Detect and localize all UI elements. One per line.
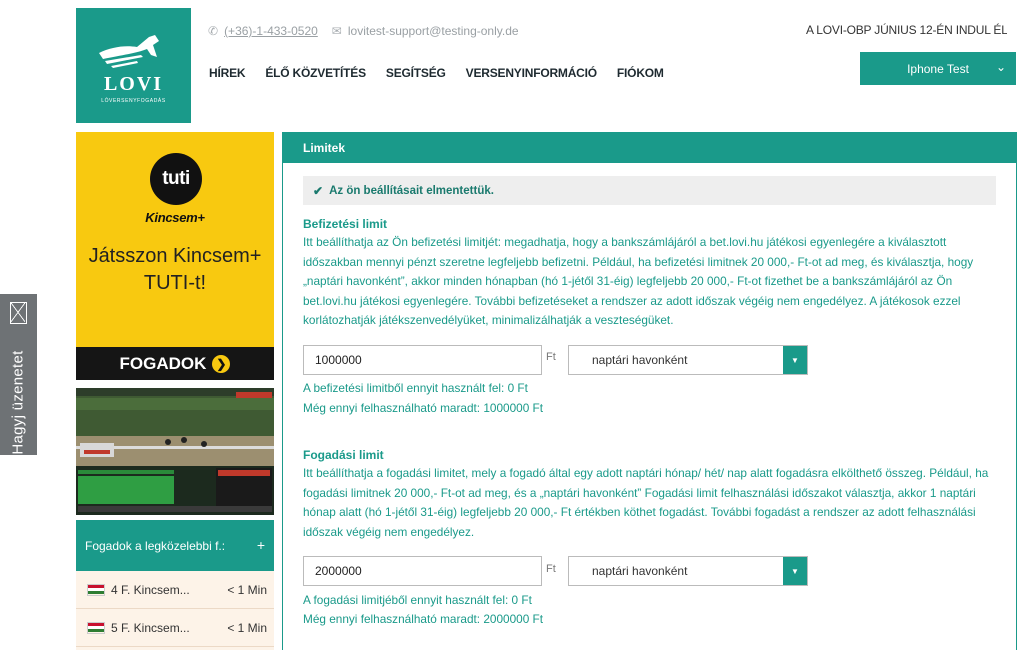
- tuti-logo: tuti: [150, 153, 202, 205]
- deposit-period-value: naptári havonként: [592, 353, 688, 367]
- lovi-logo[interactable]: LOVI LÓVERSENYFOGADÁS: [76, 8, 191, 123]
- deposit-used: A befizetési limitből ennyit használt fe…: [303, 381, 528, 395]
- betting-period-select[interactable]: naptári havonként ▼: [568, 556, 808, 586]
- user-name: Iphone Test: [907, 61, 969, 76]
- feedback-tab-label: Hagyj üzenetet: [9, 350, 27, 455]
- deposit-remaining: Még ennyi felhasználható maradt: 1000000…: [303, 401, 544, 415]
- promo-cta-label: FOGADOK: [119, 353, 207, 373]
- betting-limit-title: Fogadási limit: [303, 448, 384, 462]
- success-message: Az ön beállításait elmentettük.: [329, 184, 494, 197]
- kincsem-logo: Kincsem+: [145, 210, 205, 225]
- deposit-period-select[interactable]: naptári havonként ▼: [568, 345, 808, 375]
- nav-item-account[interactable]: FIÓKOM: [617, 66, 664, 80]
- race-name: 5 F. Kincsem...: [111, 620, 190, 635]
- betting-remaining: Még ennyi felhasználható maradt: 2000000…: [303, 612, 544, 626]
- upcoming-races-header[interactable]: Fogadok a legközelebbi f.: +: [76, 520, 274, 571]
- contact-bar: ✆ (+36)-1-433-0520 ✉ lovitest-support@te…: [208, 24, 519, 38]
- promo-banner[interactable]: tuti Kincsem+ Játsszon Kincsem+ TUTI-t! …: [76, 132, 274, 380]
- email-link[interactable]: lovitest-support@testing-only.de: [348, 24, 519, 38]
- nav-item-help[interactable]: SEGÍTSÉG: [386, 66, 446, 80]
- check-icon: ✔: [313, 183, 324, 198]
- betting-limit-input[interactable]: [303, 556, 542, 586]
- envelope-icon: [10, 302, 27, 324]
- news-ticker[interactable]: A LOVI-OBP JÚNIUS 12-ÉN INDUL ÉLES: [806, 23, 1007, 37]
- upcoming-races: Fogadok a legközelebbi f.: + 4 F. Kincse…: [76, 520, 274, 650]
- live-video[interactable]: [76, 388, 274, 515]
- race-name: 4 F. Kincsem...: [111, 582, 190, 597]
- race-time: < 1 Min: [227, 582, 267, 597]
- arrow-right-icon: ❯: [212, 354, 231, 373]
- deposit-limit-input[interactable]: [303, 345, 542, 375]
- hungary-flag-icon: [87, 621, 105, 634]
- betting-limit-description: Itt beállíthatja a fogadási limitet, mel…: [303, 466, 989, 539]
- page: LOVI LÓVERSENYFOGADÁS ✆ (+36)-1-433-0520…: [0, 0, 1023, 650]
- deposit-limit-description: Itt beállíthatja az Ön befizetési limitj…: [303, 235, 974, 327]
- phone-icon: ✆: [208, 24, 219, 38]
- horse-icon: [98, 35, 159, 68]
- user-menu-button[interactable]: Iphone Test ⌄: [860, 52, 1016, 85]
- limits-panel: Limitek ✔ Az ön beállításait elmentettük…: [282, 132, 1017, 650]
- brand-tagline: LÓVERSENYFOGADÁS: [101, 98, 166, 104]
- promo-headline: Játsszon Kincsem+ TUTI-t!: [88, 245, 262, 294]
- phone-link[interactable]: (+36)-1-433-0520: [224, 24, 318, 38]
- deposit-limit-title: Befizetési limit: [303, 217, 388, 231]
- caret-down-icon: ▼: [783, 346, 807, 374]
- caret-down-icon: ▼: [783, 557, 807, 585]
- video-frame: [76, 388, 274, 515]
- promo-cta-button[interactable]: FOGADOK ❯: [76, 347, 274, 380]
- brand-name: LOVI: [103, 73, 164, 95]
- success-alert: ✔ Az ön beállításait elmentettük.: [303, 176, 996, 205]
- betting-period-value: naptári havonként: [592, 564, 688, 578]
- panel-title: Limitek: [283, 133, 1016, 163]
- expand-plus-icon[interactable]: +: [257, 537, 265, 553]
- nav-item-live[interactable]: ÉLŐ KÖZVETÍTÉS: [265, 66, 366, 80]
- nav-item-race-info[interactable]: VERSENYINFORMÁCIÓ: [466, 66, 597, 80]
- race-row[interactable]: 5 F. Kincsem... < 1 Min: [76, 609, 274, 647]
- deposit-currency: Ft: [546, 351, 556, 363]
- mail-icon: ✉: [331, 24, 342, 38]
- upcoming-races-title: Fogadok a legközelebbi f.:: [85, 538, 226, 553]
- race-row[interactable]: 4 F. Kincsem... < 1 Min: [76, 571, 274, 609]
- betting-used: A fogadási limitjéből ennyit használt fe…: [303, 593, 532, 607]
- race-time: < 1 Min: [227, 620, 267, 635]
- nav-item-news[interactable]: HÍREK: [209, 66, 246, 80]
- betting-currency: Ft: [546, 563, 556, 575]
- main-nav: HÍREK ÉLŐ KÖZVETÍTÉS SEGÍTSÉG VERSENYINF…: [209, 66, 684, 80]
- hungary-flag-icon: [87, 583, 105, 596]
- feedback-tab[interactable]: Hagyj üzenetet: [0, 294, 37, 455]
- chevron-down-icon: ⌄: [995, 60, 1006, 74]
